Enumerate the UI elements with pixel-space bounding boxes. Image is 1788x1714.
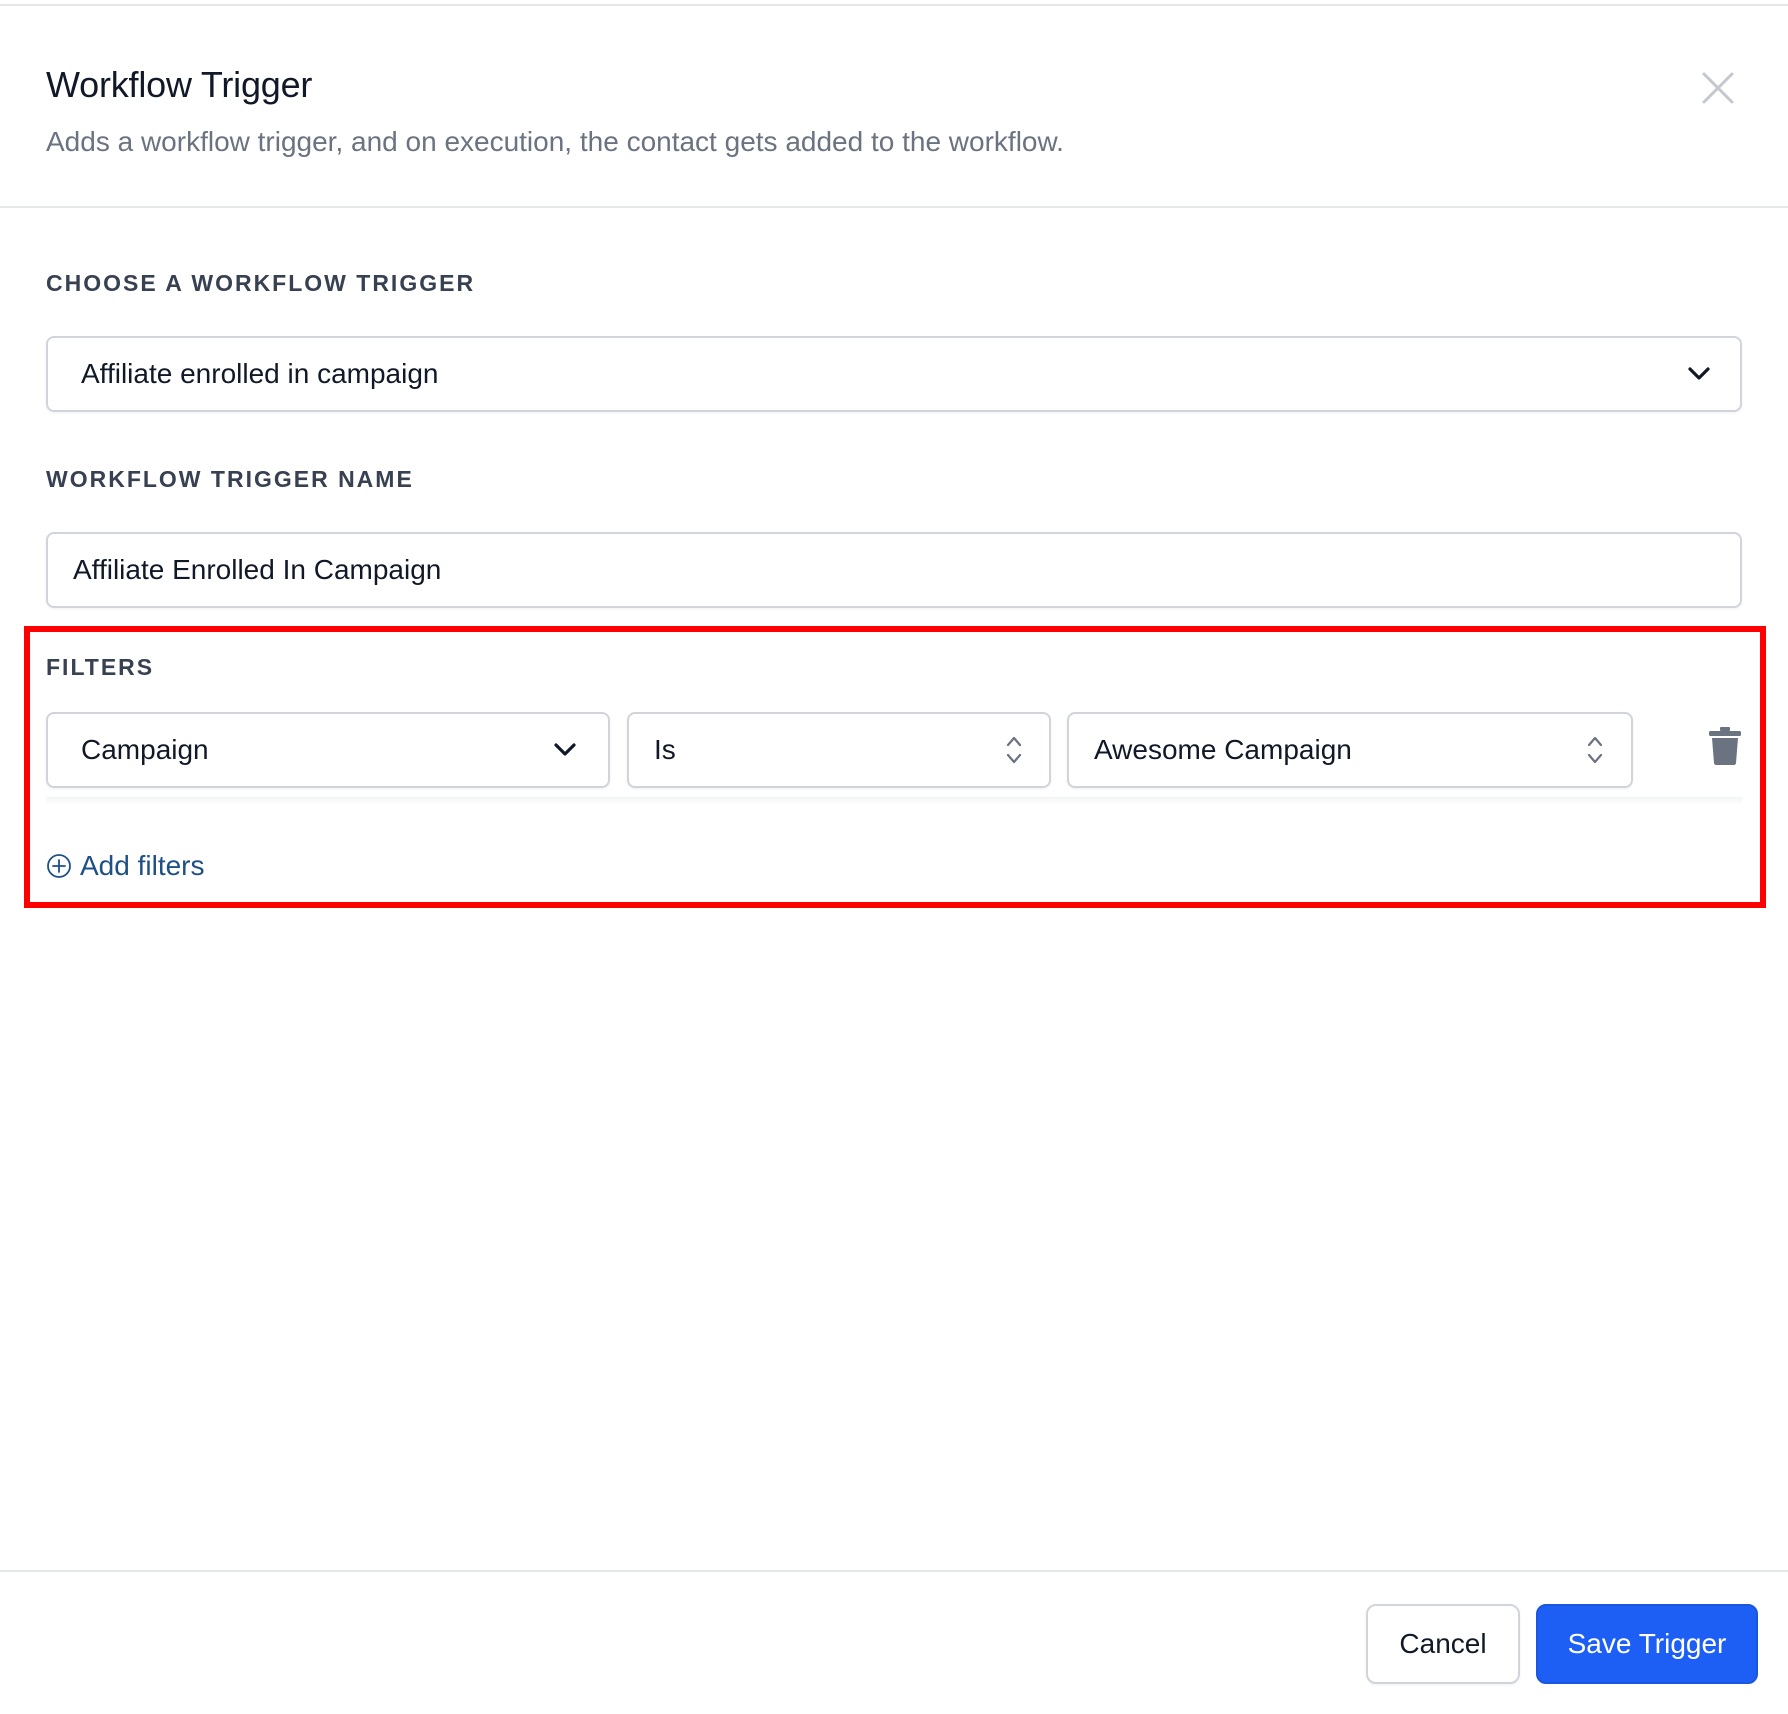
filter-row-divider	[46, 797, 1742, 805]
chevron-up-down-icon	[1006, 736, 1022, 764]
filter-field-value: Campaign	[81, 734, 209, 765]
trigger-select-label: CHOOSE A WORKFLOW TRIGGER	[46, 270, 476, 296]
close-button[interactable]	[1696, 66, 1740, 110]
chevron-up-down-icon	[1587, 736, 1603, 764]
cancel-button[interactable]: Cancel	[1366, 1604, 1520, 1684]
filter-operator-value: Is	[654, 734, 676, 765]
trigger-select-value: Affiliate enrolled in campaign	[81, 358, 439, 389]
filter-field-select[interactable]: Campaign	[46, 712, 610, 788]
trigger-name-input[interactable]: Affiliate Enrolled In Campaign	[46, 532, 1742, 608]
dialog-subtitle: Adds a workflow trigger, and on executio…	[46, 126, 1064, 157]
close-icon	[1702, 72, 1734, 104]
trigger-name-label: WORKFLOW TRIGGER NAME	[46, 466, 414, 492]
trigger-select[interactable]: Affiliate enrolled in campaign	[46, 336, 1742, 412]
filter-operator-select[interactable]: Is	[627, 712, 1051, 788]
dialog-header: Workflow Trigger Adds a workflow trigger…	[0, 6, 1788, 208]
filters-label: FILTERS	[46, 654, 155, 680]
delete-filter-button[interactable]	[1708, 726, 1742, 766]
add-filters-label: Add filters	[80, 850, 205, 881]
filter-value-value: Awesome Campaign	[1094, 734, 1352, 765]
save-trigger-button[interactable]: Save Trigger	[1536, 1604, 1758, 1684]
plus-circle-icon	[47, 854, 71, 878]
chevron-down-icon	[1688, 367, 1710, 380]
trash-icon	[1709, 727, 1741, 765]
footer-divider	[0, 1570, 1788, 1572]
filter-value-select[interactable]: Awesome Campaign	[1067, 712, 1633, 788]
add-filters-link[interactable]: Add filters	[46, 846, 205, 886]
dialog-title: Workflow Trigger	[46, 64, 313, 105]
trigger-name-value: Affiliate Enrolled In Campaign	[73, 554, 442, 585]
chevron-down-icon	[554, 743, 576, 756]
